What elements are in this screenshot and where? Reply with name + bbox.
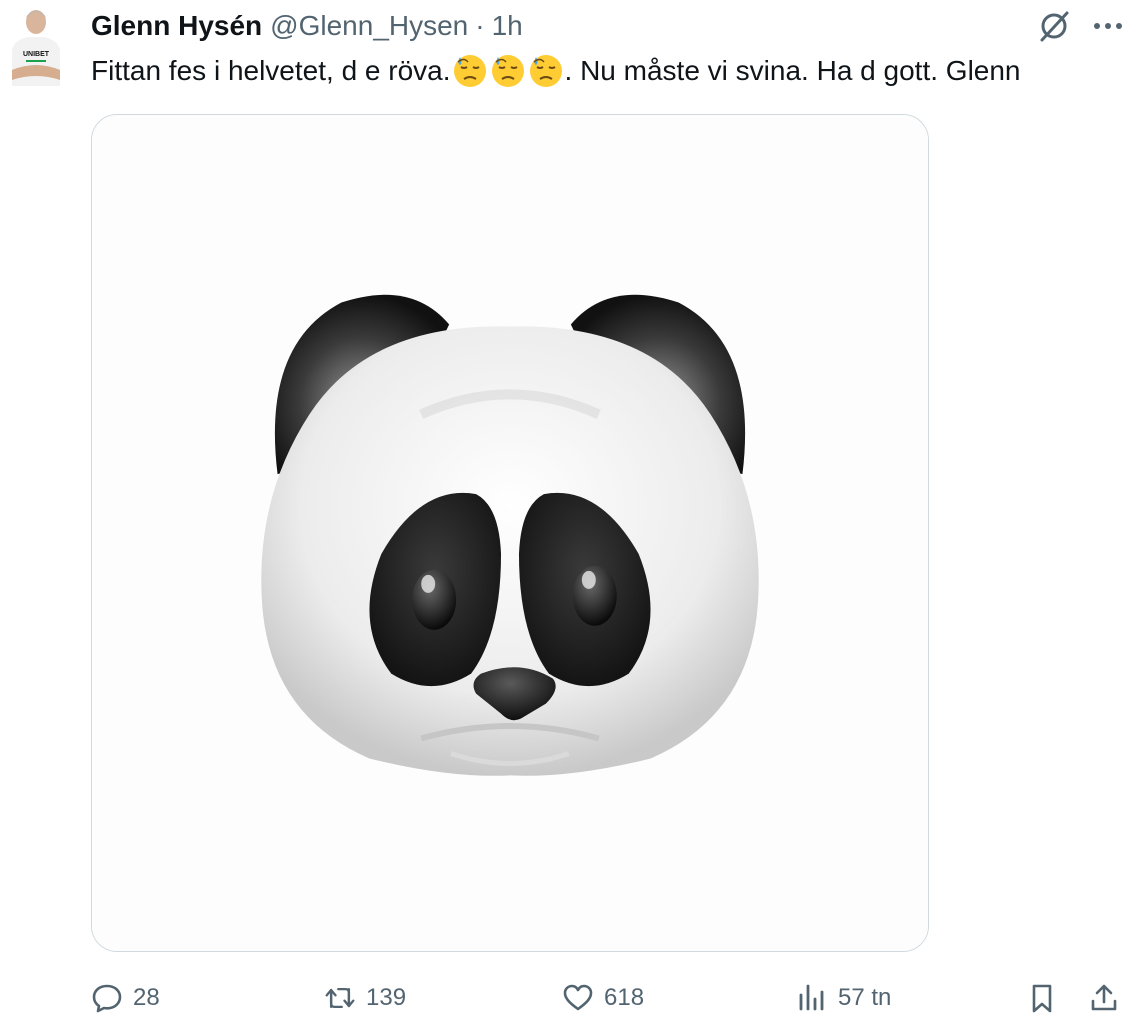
emoji-group (451, 53, 565, 89)
tweet: UNIBET Glenn Hysén @Glenn_Hysen · 1h Fit… (0, 0, 1138, 1030)
tweet-header: Glenn Hysén @Glenn_Hysen · 1h (91, 8, 523, 44)
more-icon (1094, 23, 1122, 29)
more-options-button[interactable] (1088, 6, 1128, 46)
panda-memoji-image (92, 115, 928, 951)
downcast-face-with-sweat-icon (491, 55, 524, 87)
like-button[interactable]: 618 (562, 976, 644, 1020)
share-button[interactable] (1088, 976, 1120, 1020)
views-icon (799, 984, 824, 1011)
author-handle[interactable]: @Glenn_Hysen (270, 8, 468, 44)
views-count: 57 tn (838, 984, 892, 1011)
like-count: 618 (604, 984, 645, 1011)
bookmark-button[interactable] (1026, 976, 1058, 1020)
avatar[interactable]: UNIBET (4, 4, 68, 86)
views-button[interactable]: 57 tn (796, 976, 891, 1020)
downcast-face-with-sweat-icon (529, 55, 562, 87)
downcast-face-with-sweat-icon (453, 55, 486, 87)
tweet-text: Fittan fes i helvetet, d e röva. . Nu må… (91, 52, 1131, 90)
retweet-button[interactable]: 139 (324, 976, 406, 1020)
bookmark-icon (1032, 984, 1052, 1013)
author-name[interactable]: Glenn Hysén (91, 8, 262, 44)
tweet-text-after: . Nu måste vi svina. Ha d gott. Glenn (564, 55, 1021, 86)
header-separator: · (475, 10, 485, 41)
avatar-image: UNIBET (4, 4, 68, 86)
retweet-icon (325, 987, 355, 1009)
grok-icon (1040, 11, 1069, 42)
tweet-text-before: Fittan fes i helvetet, d e röva. (91, 55, 451, 86)
reply-button[interactable]: 28 (91, 976, 160, 1020)
avatar-shirt-text: UNIBET (23, 51, 50, 58)
reply-icon (92, 984, 122, 1013)
heart-icon (563, 984, 593, 1011)
share-icon (1091, 984, 1117, 1011)
tweet-time[interactable]: 1h (492, 8, 523, 44)
reply-count: 28 (133, 984, 160, 1011)
grok-button[interactable] (1034, 6, 1074, 46)
tweet-media[interactable] (91, 114, 929, 952)
retweet-count: 139 (366, 984, 407, 1011)
